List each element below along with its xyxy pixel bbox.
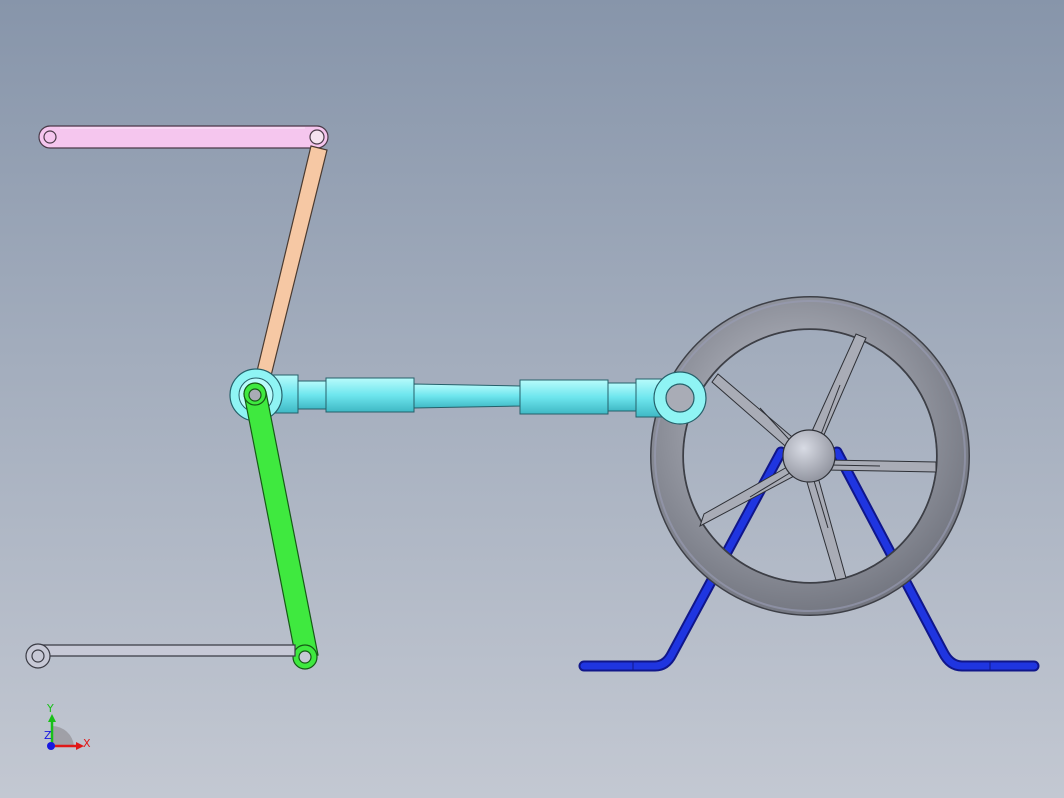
handwheel[interactable] [650, 296, 970, 616]
bottom-link-left-pin-hole[interactable] [31, 649, 45, 663]
bottom-link[interactable] [25, 643, 296, 669]
y-axis-label: Y [46, 702, 54, 715]
connecting-rod[interactable] [229, 368, 707, 425]
upper-rocker[interactable] [251, 129, 328, 397]
reference-triad: X Y Z [44, 702, 91, 750]
cad-graphics-viewport[interactable]: X Y Z [0, 0, 1064, 798]
z-axis-dot [47, 742, 55, 750]
z-axis-label: Z [44, 729, 52, 742]
x-axis-label: X [83, 737, 91, 750]
assembly-canvas[interactable]: X Y Z [0, 0, 1064, 798]
top-link-left-pin-hole[interactable] [43, 130, 57, 144]
lower-rocker-top-pin-hole[interactable] [248, 388, 262, 402]
upper-rocker-top-pin[interactable] [309, 129, 325, 145]
handwheel-hub[interactable] [782, 429, 836, 483]
lower-rocker[interactable] [243, 382, 319, 670]
top-link[interactable] [38, 125, 329, 149]
